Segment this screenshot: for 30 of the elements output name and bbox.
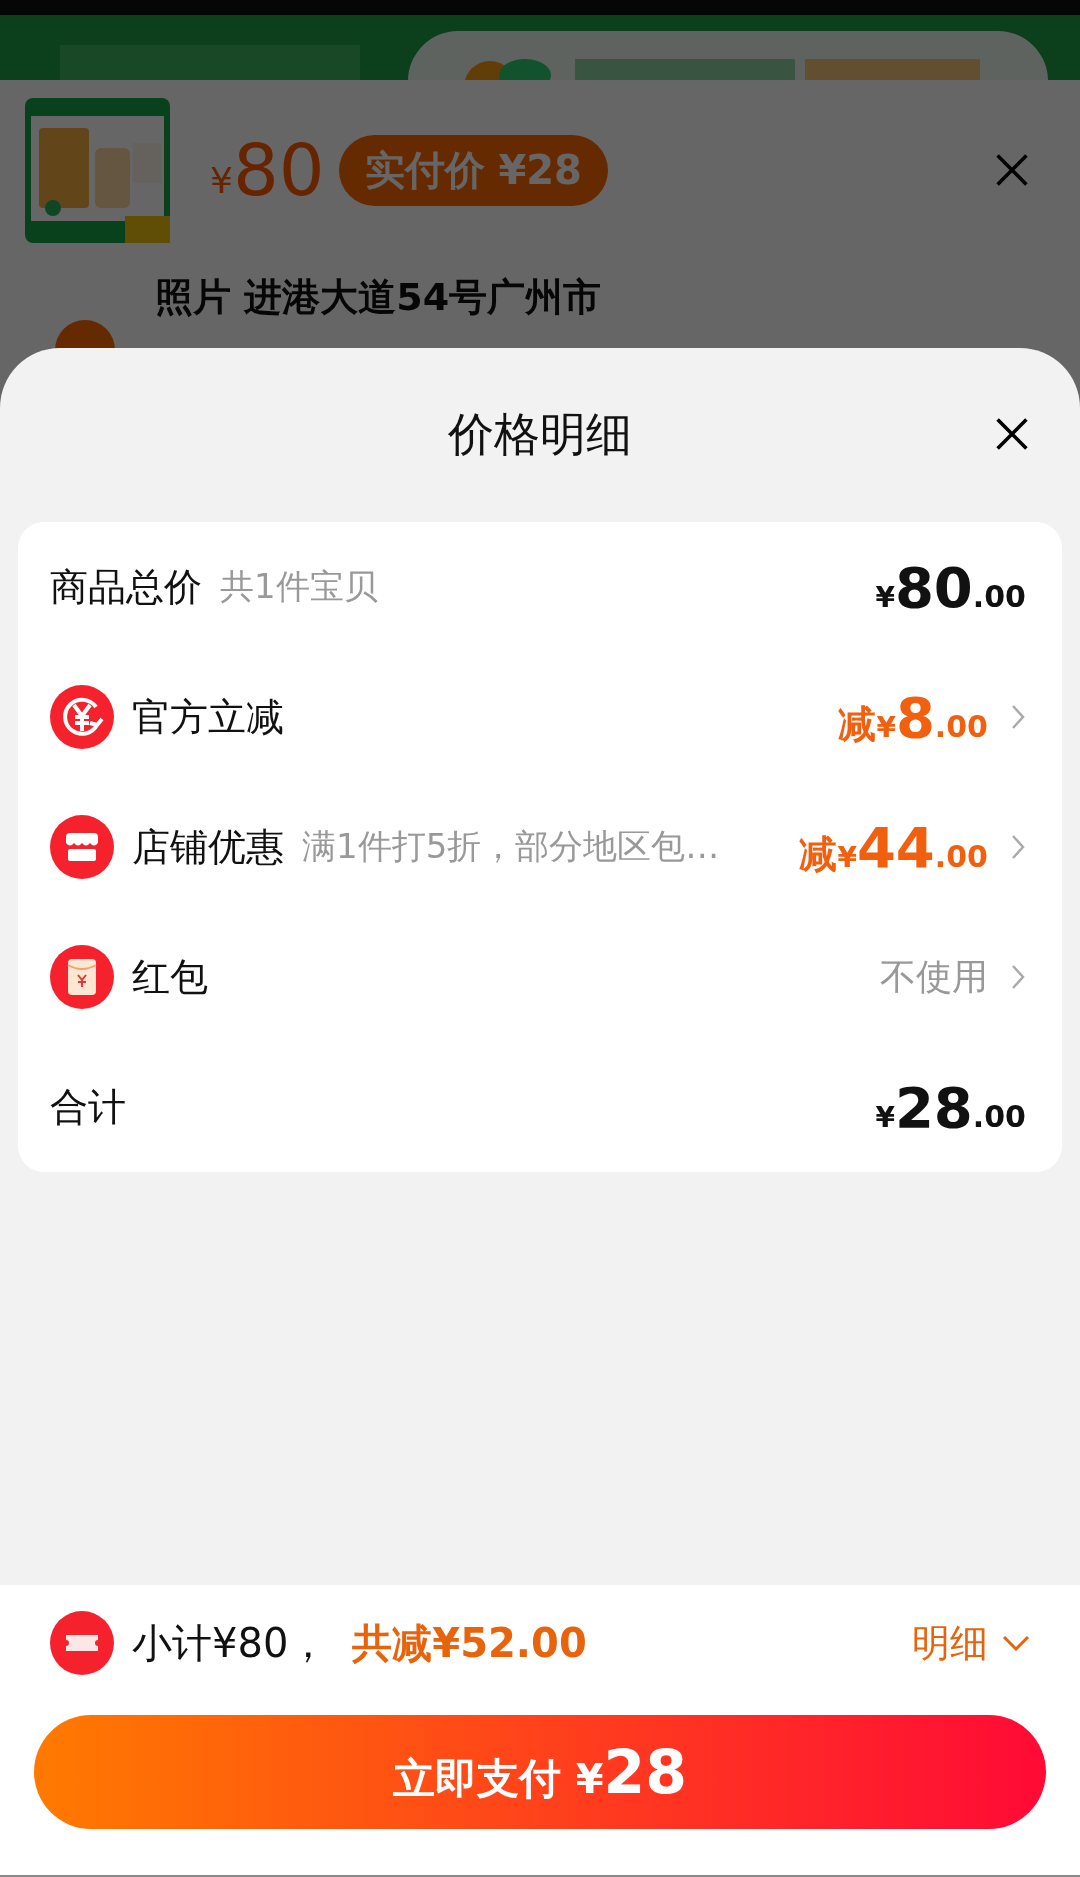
yuan-coupon-icon xyxy=(50,685,114,749)
shop-icon xyxy=(50,815,114,879)
row-note: 满1件打5折，部分地区包… xyxy=(302,825,720,868)
pay-price-badge: 实付价 ¥28 xyxy=(338,134,608,206)
currency-sign: ¥ xyxy=(210,159,233,201)
address-text[interactable]: 照片 进港大道54号广州市 xyxy=(155,272,602,323)
pay-now-button[interactable]: 立即支付 ¥28 xyxy=(34,1715,1046,1829)
amount: 减¥8.00 xyxy=(838,684,988,750)
subtotal-text: 小计¥80， xyxy=(132,1618,329,1668)
product-price: 80 xyxy=(232,128,325,212)
sheet-title: 价格明细 xyxy=(448,406,632,463)
option-value[interactable]: 不使用 xyxy=(880,952,988,1002)
total-saved-text: 共减¥52.00 xyxy=(352,1618,587,1668)
chevron-right-icon xyxy=(1010,703,1026,731)
chevron-down-icon[interactable] xyxy=(1002,1635,1030,1651)
chevron-right-icon xyxy=(1010,833,1026,861)
ticket-icon xyxy=(50,1611,114,1675)
row-label: 商品总价 xyxy=(50,563,202,611)
amount: 减¥44.00 xyxy=(799,814,988,880)
amount: ¥80.00 xyxy=(875,554,1026,620)
row-label: 官方立减 xyxy=(132,693,284,741)
envelope-icon xyxy=(50,945,114,1009)
amount: ¥28.00 xyxy=(875,1074,1026,1140)
chevron-right-icon xyxy=(1010,963,1026,991)
row-label: 店铺优惠 xyxy=(132,823,284,871)
detail-toggle[interactable]: 明细 xyxy=(912,1617,988,1669)
row-label: 红包 xyxy=(132,953,208,1001)
row-note: 共1件宝贝 xyxy=(220,565,378,608)
close-icon[interactable] xyxy=(994,416,1030,452)
row-label: 合计 xyxy=(50,1083,126,1131)
